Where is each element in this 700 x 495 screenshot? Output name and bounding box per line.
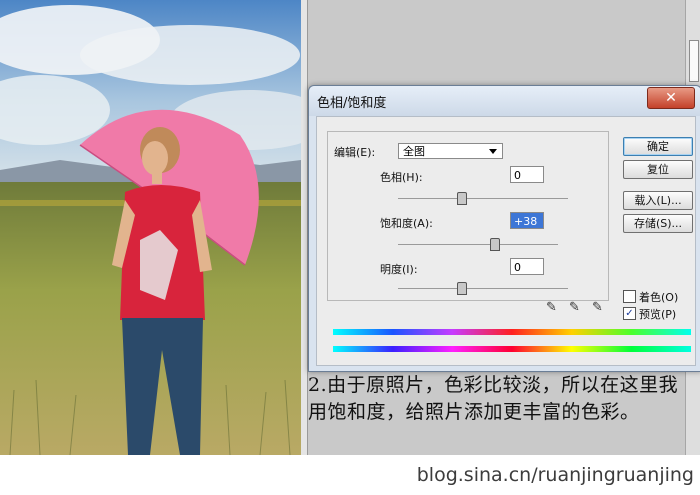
edit-label: 编辑(E):	[334, 146, 376, 159]
input-color-bar	[333, 329, 691, 335]
eyedropper-plus-icon[interactable]: ✎	[569, 300, 580, 315]
blog-watermark: blog.sina.cn/ruanjingruanjing	[416, 464, 694, 486]
dialog-title: 色相/饱和度	[317, 96, 387, 111]
canvas-edge	[301, 0, 308, 455]
lightness-label: 明度(I):	[380, 263, 418, 276]
hue-label: 色相(H):	[380, 171, 423, 184]
hue-slider-track[interactable]	[398, 198, 568, 199]
preview-label: 预览(P)	[639, 308, 677, 321]
lightness-slider-handle[interactable]	[457, 282, 467, 295]
tutorial-caption: 2.由于原照片，色彩比较淡，所以在这里我用饱和度，给照片添加更丰富的色彩。	[308, 374, 679, 423]
eyedropper-icon[interactable]: ✎	[546, 300, 557, 315]
chevron-down-icon	[489, 149, 497, 154]
saturation-slider-track[interactable]	[398, 244, 558, 245]
adjustment-group: 编辑(E): 全图 色相(H): 0 饱和度(A): +38 明度(I): 0	[327, 131, 609, 301]
hue-input[interactable]: 0	[510, 166, 544, 183]
save-button[interactable]: 存储(S)...	[623, 214, 693, 233]
colorize-checkbox[interactable]	[623, 290, 636, 303]
hue-slider-handle[interactable]	[457, 192, 467, 205]
saturation-label: 饱和度(A):	[380, 217, 433, 230]
hue-saturation-dialog: 色相/饱和度 ✕ 编辑(E): 全图 色相(H): 0 饱和度(A): +38 …	[308, 85, 700, 372]
footer: blog.sina.cn/ruanjingruanjing	[0, 455, 700, 495]
scrollbar-thumb[interactable]	[689, 40, 699, 82]
colorize-label: 着色(O)	[639, 291, 679, 304]
ok-button[interactable]: 确定	[623, 137, 693, 156]
dialog-titlebar[interactable]: 色相/饱和度 ✕	[309, 86, 700, 116]
girl-with-umbrella-photo	[0, 0, 301, 455]
reset-button[interactable]: 复位	[623, 160, 693, 179]
edit-range-select[interactable]: 全图	[398, 143, 503, 159]
preview-checkbox[interactable]: ✓	[623, 307, 636, 320]
saturation-input[interactable]: +38	[510, 212, 544, 229]
lightness-input[interactable]: 0	[510, 258, 544, 275]
dialog-body: 编辑(E): 全图 色相(H): 0 饱和度(A): +38 明度(I): 0 …	[316, 116, 696, 366]
edit-range-value: 全图	[403, 145, 425, 158]
load-button[interactable]: 载入(L)...	[623, 191, 693, 210]
output-color-bar	[333, 346, 691, 352]
lightness-slider-track[interactable]	[398, 288, 568, 289]
saturation-slider-handle[interactable]	[490, 238, 500, 251]
eyedropper-minus-icon[interactable]: ✎	[592, 300, 603, 315]
close-button[interactable]: ✕	[647, 87, 695, 109]
